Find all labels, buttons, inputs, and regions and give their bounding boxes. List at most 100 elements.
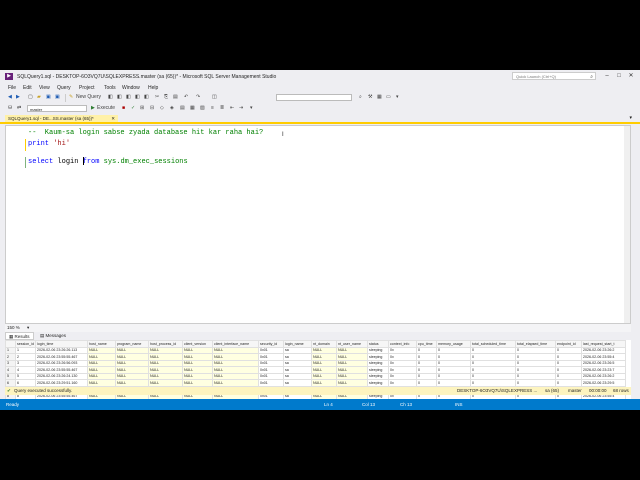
save-icon[interactable]: ▣ bbox=[46, 93, 51, 101]
dax-query-icon[interactable]: ◧ bbox=[144, 93, 149, 101]
new-file-icon[interactable]: ▢ bbox=[28, 93, 33, 101]
specify-values-icon[interactable]: ▾ bbox=[250, 104, 253, 112]
login-user: sa (65) bbox=[545, 388, 560, 393]
cut-icon[interactable]: ✂ bbox=[155, 93, 159, 101]
menu-tools[interactable]: Tools bbox=[104, 85, 116, 91]
include-plan-icon[interactable]: ◈ bbox=[170, 104, 174, 112]
maximize-button[interactable]: □ bbox=[614, 72, 624, 81]
elapsed-time: 00:00:00 bbox=[589, 388, 607, 393]
status-insert-mode: INS bbox=[455, 402, 463, 407]
estimated-plan-icon[interactable]: ⊞ bbox=[140, 104, 144, 112]
database-select-value: master bbox=[30, 107, 43, 112]
intellisense-icon[interactable]: ◇ bbox=[160, 104, 164, 112]
menu-help[interactable]: Help bbox=[148, 85, 158, 91]
print-keyword: print bbox=[28, 140, 50, 148]
database-name: master bbox=[568, 388, 582, 393]
query-status-message: Query executed successfully. bbox=[14, 388, 73, 393]
search-toolbar-icon[interactable]: ⌕ bbox=[359, 93, 362, 101]
status-line: Ln 4 bbox=[324, 402, 333, 407]
execute-button[interactable]: Execute bbox=[97, 104, 115, 112]
status-char: Ch 13 bbox=[400, 402, 413, 407]
login-identifier: login bbox=[57, 158, 79, 166]
editor-zoom-bar: 150 % ▾ bbox=[5, 324, 631, 332]
mouse-ibeam-icon: I bbox=[282, 132, 284, 138]
query-editor[interactable]: -- Kaum-sa login sabse zyada database hi… bbox=[5, 125, 631, 324]
minimize-button[interactable]: – bbox=[602, 72, 612, 81]
from-keyword: from bbox=[82, 158, 100, 166]
new-query-button[interactable]: New Query bbox=[76, 93, 101, 101]
text-cursor bbox=[83, 157, 84, 165]
row-count: 68 rows bbox=[613, 388, 629, 393]
increase-indent-icon[interactable]: ⇥ bbox=[239, 104, 243, 112]
parse-icon[interactable]: ✓ bbox=[131, 104, 135, 112]
menu-query[interactable]: Query bbox=[57, 85, 71, 91]
code-line-print: print 'hi' bbox=[28, 140, 70, 148]
open-folder-icon[interactable]: ▰ bbox=[37, 93, 41, 101]
sql-editor-toolbar: ⛁ ⇄ master ▶ Execute ■ ✓ ⊞ ⊟ ◇ ◈ ▤ ▦ ▧ ≡… bbox=[0, 104, 640, 114]
results-to-file-icon[interactable]: ▧ bbox=[200, 104, 205, 112]
paste-icon[interactable]: ▤ bbox=[173, 93, 178, 101]
search-icon: ⌕ bbox=[590, 74, 593, 80]
execute-icon[interactable]: ▶ bbox=[91, 104, 95, 112]
editor-vertical-scrollbar[interactable] bbox=[624, 126, 630, 323]
change-connection-icon[interactable]: ⇄ bbox=[17, 104, 21, 112]
tab-sqlquery1[interactable]: SQLQuery1.sql - DE...SS.master (sa (65))… bbox=[5, 115, 118, 122]
results-to-text-icon[interactable]: ▤ bbox=[180, 104, 185, 112]
window-title: SQLQuery1.sql - DESKTOP-6O3VQ7U\SQLEXPRE… bbox=[17, 74, 277, 80]
menu-file[interactable]: File bbox=[8, 85, 16, 91]
forward-icon[interactable]: ▶ bbox=[16, 93, 20, 101]
change-marker bbox=[25, 139, 26, 151]
toolbox-icon[interactable]: ▦ bbox=[377, 93, 382, 101]
copy-icon[interactable]: ⎘ bbox=[164, 93, 168, 101]
quick-launch-placeholder: Quick Launch (Ctrl+Q) bbox=[516, 74, 556, 79]
save-all-icon[interactable]: ▣ bbox=[55, 93, 60, 101]
ssms-window: ▶ SQLQuery1.sql - DESKTOP-6O3VQ7U\SQLEXP… bbox=[0, 70, 640, 410]
zoom-level-select[interactable]: 150 % bbox=[7, 324, 20, 332]
redo-icon[interactable]: ↷ bbox=[196, 93, 200, 101]
tab-close-icon[interactable]: ✕ bbox=[111, 115, 115, 122]
menu-bar: File Edit View Query Project Tools Windo… bbox=[0, 84, 640, 93]
xmla-query-icon[interactable]: ◧ bbox=[135, 93, 140, 101]
tab-label: SQLQuery1.sql - DE...SS.master (sa (65))… bbox=[8, 116, 94, 121]
comment-icon[interactable]: ≡ bbox=[211, 104, 214, 112]
zoom-dropdown-icon[interactable]: ▾ bbox=[27, 324, 29, 332]
cancel-query-icon[interactable]: ■ bbox=[122, 104, 125, 112]
tab-overflow-icon[interactable]: ▾ bbox=[629, 115, 632, 122]
database-engine-query-icon[interactable]: ◧ bbox=[108, 93, 113, 101]
menu-project[interactable]: Project bbox=[79, 85, 95, 91]
tab-results[interactable]: ▦ Results bbox=[5, 332, 34, 340]
available-databases-select[interactable]: master bbox=[27, 105, 87, 112]
status-bar: Ready Ln 4 Col 13 Ch 13 INS bbox=[0, 399, 640, 410]
properties-icon[interactable]: ⚒ bbox=[368, 93, 372, 101]
server-name: DESKTOP-6O3VQ7U\SQLEXPRESS ... bbox=[457, 388, 538, 393]
toolbar-options-icon[interactable]: ▾ bbox=[396, 93, 399, 101]
tab-results-label: Results bbox=[14, 334, 30, 339]
back-icon[interactable]: ◀ bbox=[8, 93, 12, 101]
connect-icon[interactable]: ⛁ bbox=[8, 104, 12, 112]
results-to-grid-icon[interactable]: ▦ bbox=[190, 104, 195, 112]
mdx-query-icon[interactable]: ◧ bbox=[117, 93, 122, 101]
query-options-icon[interactable]: ⊟ bbox=[150, 104, 154, 112]
menu-view[interactable]: View bbox=[39, 85, 50, 91]
title-bar: ▶ SQLQuery1.sql - DESKTOP-6O3VQ7U\SQLEXP… bbox=[0, 70, 640, 84]
new-query-icon[interactable]: ✎ bbox=[69, 93, 73, 101]
close-window-button[interactable]: ✕ bbox=[626, 72, 636, 81]
quick-launch-input[interactable]: Quick Launch (Ctrl+Q) ⌕ bbox=[512, 72, 596, 80]
menu-edit[interactable]: Edit bbox=[23, 85, 32, 91]
window-layout-icon[interactable]: ▭ bbox=[386, 93, 391, 101]
standard-toolbar: ◀ ▶ ▢ ▰ ▣ ▣ ✎ New Query ◧ ◧ ◧ ◧ ◧ ✂ ⎘ ▤ … bbox=[0, 93, 640, 104]
uncomment-icon[interactable]: ≣ bbox=[220, 104, 224, 112]
query-status-bar: ✔ Query executed successfully. DESKTOP-6… bbox=[5, 387, 631, 395]
document-tab-strip: SQLQuery1.sql - DE...SS.master (sa (65))… bbox=[0, 115, 640, 124]
undo-icon[interactable]: ↶ bbox=[184, 93, 188, 101]
print-string: 'hi' bbox=[53, 140, 71, 148]
change-marker-saved bbox=[25, 157, 26, 168]
status-ready: Ready bbox=[6, 402, 20, 407]
decrease-indent-icon[interactable]: ⇤ bbox=[230, 104, 234, 112]
dmx-query-icon[interactable]: ◧ bbox=[126, 93, 131, 101]
system-view-name: sys.dm_exec_sessions bbox=[103, 158, 188, 166]
tab-messages[interactable]: ▤ Messages bbox=[37, 332, 69, 340]
activity-monitor-icon[interactable]: ◫ bbox=[212, 93, 217, 101]
menu-window[interactable]: Window bbox=[122, 85, 140, 91]
solution-configuration-select[interactable] bbox=[276, 94, 352, 101]
